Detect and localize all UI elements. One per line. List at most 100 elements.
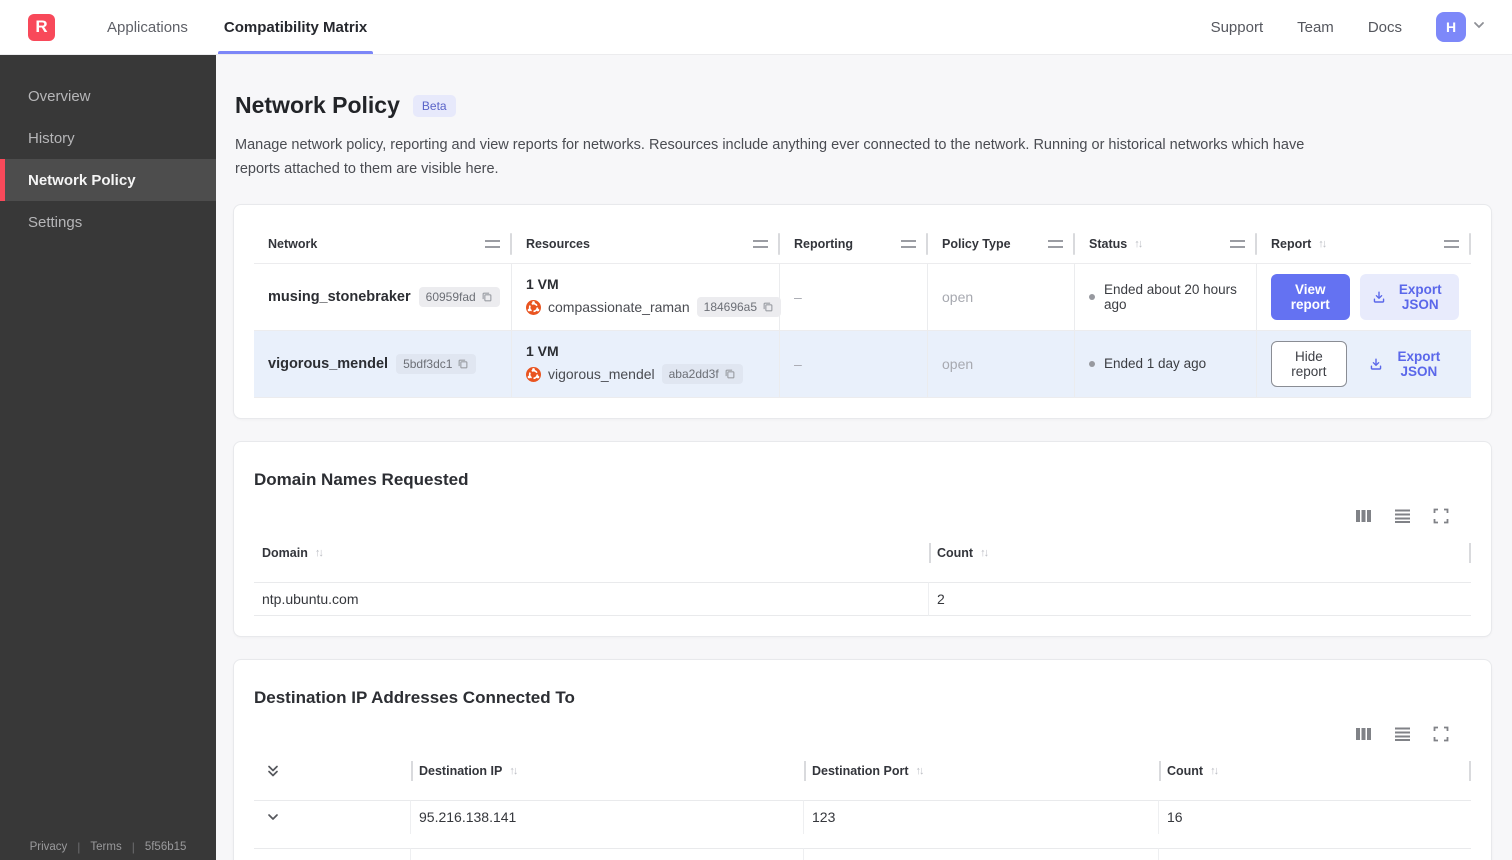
network-name: vigorous_mendel (268, 355, 389, 372)
network-hash: 60959fad (425, 289, 476, 304)
network-cell: musing_stonebraker 60959fad (254, 263, 512, 330)
avatar[interactable]: H (1436, 12, 1466, 42)
domains-table-header: Domain ↑↓ Count ↑↓ (254, 538, 1471, 568)
destination-port-cell: 123 (804, 799, 1159, 834)
status-dot-icon (1089, 293, 1095, 300)
link-team[interactable]: Team (1297, 19, 1334, 36)
copy-icon[interactable] (457, 358, 469, 370)
fullscreen-icon[interactable] (1433, 508, 1449, 524)
page-title: Network Policy (235, 92, 400, 118)
user-menu[interactable]: H (1436, 12, 1486, 42)
column-label: Domain (262, 545, 308, 560)
network-name: musing_stonebraker (268, 288, 411, 305)
reporting-cell: – (780, 330, 928, 397)
tab-compatibility-matrix[interactable]: Compatibility Matrix (206, 0, 385, 54)
sort-icon[interactable]: ↑↓ (916, 765, 925, 777)
column-menu-icon[interactable] (901, 239, 916, 248)
vm-name: vigorous_mendel (548, 366, 655, 383)
column-header-destination-port: Destination Port ↑↓ (804, 756, 1159, 786)
vm-name: compassionate_raman (548, 299, 690, 316)
column-menu-icon[interactable] (1230, 239, 1245, 248)
columns-icon[interactable] (1355, 726, 1372, 742)
column-menu-icon[interactable] (1048, 239, 1063, 248)
sidebar-item-settings[interactable]: Settings (0, 201, 216, 243)
expand-all-icon[interactable] (262, 763, 280, 778)
column-header-count: Count ↑↓ (929, 538, 1471, 568)
reporting-cell: – (780, 263, 928, 330)
column-label: Destination Port (812, 763, 909, 778)
row-expander-cell (254, 799, 411, 834)
brand-logo[interactable]: R (28, 13, 55, 41)
destination-row[interactable]: 95.216.138.141 123 16 (254, 799, 1471, 834)
destination-row[interactable]: 185.125.190.57 123 16 (254, 847, 1471, 860)
card-title: Domain Names Requested (254, 469, 469, 489)
privacy-link[interactable]: Privacy (30, 841, 68, 853)
column-menu-icon[interactable] (485, 239, 500, 248)
report-cell: View report Export JSON (1257, 264, 1471, 330)
resources-cell: 1 VM vigorous_mendel aba2dd3f (512, 330, 780, 397)
column-header-reporting: Reporting (780, 225, 928, 263)
sort-icon[interactable]: ↑↓ (509, 765, 518, 777)
sort-icon[interactable]: ↑↓ (315, 547, 324, 559)
hide-report-button[interactable]: Hide report (1271, 340, 1347, 387)
destination-port-cell: 123 (804, 847, 1159, 860)
footer-divider: | (131, 840, 135, 854)
network-hash-pill: 5bdf3dc1 (396, 353, 477, 374)
network-row[interactable]: musing_stonebraker 60959fad 1 VM compass… (254, 262, 1471, 330)
export-json-button[interactable]: Export JSON (1357, 341, 1459, 387)
sort-icon[interactable]: ↑↓ (1210, 765, 1219, 777)
rows-density-icon[interactable] (1394, 726, 1411, 742)
column-header-report: Report ↑↓ (1257, 225, 1471, 263)
status-cell: Ended about 20 hours ago (1075, 263, 1257, 330)
vm-count: 1 VM (526, 343, 559, 360)
link-support[interactable]: Support (1211, 19, 1264, 36)
sort-icon[interactable]: ↑↓ (1134, 238, 1143, 250)
copy-icon[interactable] (724, 368, 736, 380)
table-toolbar (254, 508, 1471, 524)
fullscreen-icon[interactable] (1433, 726, 1449, 742)
column-label: Network (268, 236, 318, 251)
link-docs[interactable]: Docs (1368, 19, 1402, 36)
terms-link[interactable]: Terms (90, 841, 121, 853)
resources-cell: 1 VM compassionate_raman 184696a5 (512, 263, 782, 330)
column-header-policy-type: Policy Type (928, 225, 1075, 263)
sidebar-item-network-policy[interactable]: Network Policy (0, 159, 216, 201)
vm-count: 1 VM (526, 276, 559, 293)
export-label: Export JSON (1398, 281, 1442, 312)
chevron-down-icon[interactable] (262, 810, 280, 824)
destination-ip-cell: 185.125.190.57 (411, 847, 804, 860)
network-row[interactable]: vigorous_mendel 5bdf3dc1 1 VM vigorous_m… (254, 329, 1471, 398)
destinations-table-header: Destination IP ↑↓ Destination Port ↑↓ Co… (254, 756, 1471, 786)
top-navigation-bar: R Applications Compatibility Matrix Supp… (0, 0, 1512, 55)
column-label: Count (1167, 763, 1204, 778)
status-dot-icon (1089, 360, 1095, 367)
status-text: Ended 1 day ago (1104, 356, 1207, 372)
copy-icon[interactable] (481, 291, 493, 303)
column-label: Reporting (794, 236, 854, 251)
column-menu-icon[interactable] (753, 239, 768, 248)
rows-density-icon[interactable] (1394, 508, 1411, 524)
sidebar-item-history[interactable]: History (0, 117, 216, 159)
report-cell: Hide report Export JSON (1257, 330, 1471, 397)
column-menu-icon[interactable] (1444, 239, 1459, 248)
column-header-network: Network (254, 225, 512, 263)
network-cell: vigorous_mendel 5bdf3dc1 (254, 330, 512, 397)
sort-icon[interactable]: ↑↓ (1318, 238, 1327, 250)
view-report-button[interactable]: View report (1271, 273, 1350, 320)
columns-icon[interactable] (1355, 508, 1372, 524)
network-hash: 5bdf3dc1 (403, 356, 453, 371)
status-text: Ended about 20 hours ago (1104, 281, 1237, 312)
main-content: Network Policy Beta Manage network polic… (216, 55, 1512, 860)
domains-table-row[interactable]: ntp.ubuntu.com 2 (254, 581, 1471, 616)
column-label: Policy Type (942, 236, 1011, 251)
build-hash: 5f56b15 (144, 841, 187, 853)
column-header-domain: Domain ↑↓ (254, 538, 929, 568)
sort-icon[interactable]: ↑↓ (980, 547, 989, 559)
sidebar-item-overview[interactable]: Overview (0, 75, 216, 117)
vm-hash-pill: 184696a5 (696, 297, 782, 318)
tab-applications[interactable]: Applications (89, 0, 206, 54)
export-json-button[interactable]: Export JSON (1359, 273, 1459, 320)
export-label: Export JSON (1397, 348, 1441, 379)
copy-icon[interactable] (762, 301, 774, 313)
card-title: Destination IP Addresses Connected To (254, 687, 575, 707)
